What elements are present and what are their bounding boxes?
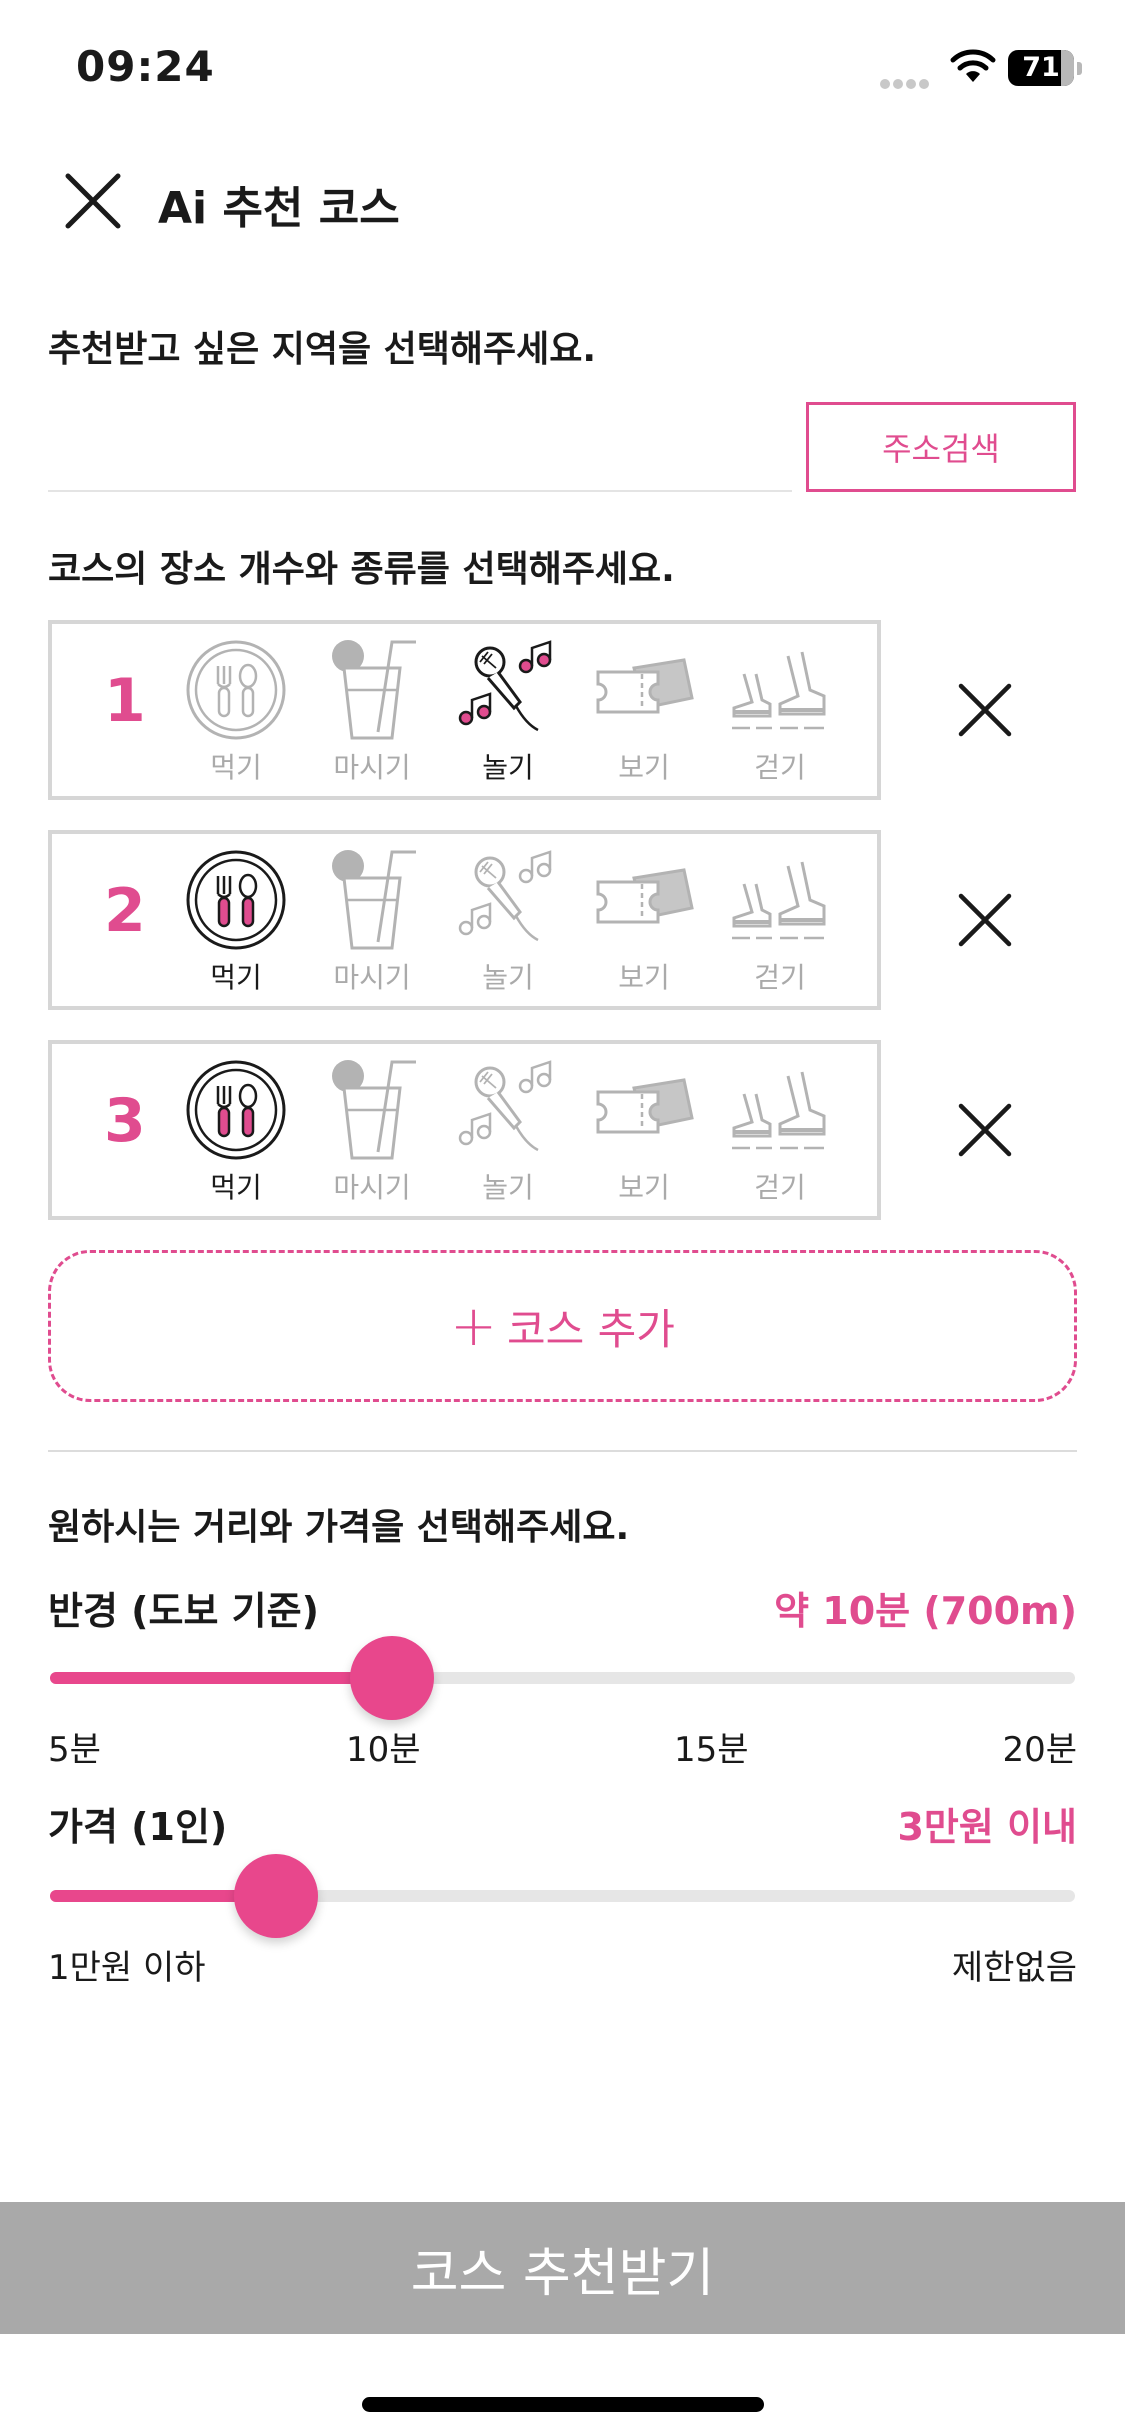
radius-slider-thumb[interactable] [349,1636,434,1720]
course-label: 코스의 장소 개수와 종류를 선택해주세요. [48,549,675,590]
category-label: 보기 [618,961,670,994]
battery-icon: 71 [1008,50,1074,86]
category-label: 걷기 [754,1171,806,1204]
remove-course-2-icon[interactable] [955,890,1015,950]
address-search-button[interactable]: 주소검색 [806,402,1076,492]
page-title: Ai 추천 코스 [158,183,400,234]
category-label: 먹기 [210,961,262,994]
microphone-music-icon [458,640,552,732]
remove-course-1-icon[interactable] [955,680,1015,740]
sneakers-icon [732,861,826,940]
category-walk[interactable]: 걷기 [714,638,846,788]
price-slider-track[interactable] [50,1890,1075,1902]
add-course-button[interactable]: + 코스 추가 [48,1250,1077,1402]
category-eat[interactable]: 먹기 [170,848,302,998]
category-label: 마시기 [333,1171,411,1204]
radius-tick: 10분 [346,1730,421,1770]
plus-icon: + [450,1293,497,1359]
home-indicator [362,2397,764,2412]
category-label: 마시기 [333,751,411,784]
remove-course-3-icon[interactable] [955,1100,1015,1160]
sneakers-icon [732,651,826,730]
ticket-icon [596,658,694,714]
category-drink[interactable]: 마시기 [306,1058,438,1208]
radius-tick: 20분 [1002,1730,1077,1770]
category-label: 먹기 [210,1171,262,1204]
drink-icon [332,1060,416,1160]
category-drink[interactable]: 마시기 [306,848,438,998]
ticket-icon [596,868,694,924]
course-row-2: 2 먹기 마시기 놀기 보기 걷기 [48,830,881,1010]
section-divider [48,1450,1077,1452]
address-input[interactable] [48,400,792,492]
category-label: 먹기 [210,751,262,784]
microphone-music-icon [458,1060,552,1152]
category-eat[interactable]: 먹기 [170,638,302,788]
category-label: 놀기 [482,751,534,784]
category-watch[interactable]: 보기 [578,1058,710,1208]
category-walk[interactable]: 걷기 [714,1058,846,1208]
category-play[interactable]: 놀기 [442,848,574,998]
radius-tick: 5분 [48,1730,101,1770]
radius-label: 반경 (도보 기준) [48,1589,319,1633]
status-time: 09:24 [76,42,215,91]
plate-utensils-icon [186,640,286,740]
category-play[interactable]: 놀기 [442,638,574,788]
category-watch[interactable]: 보기 [578,848,710,998]
category-label: 걷기 [754,751,806,784]
category-eat[interactable]: 먹기 [170,1058,302,1208]
course-row-3: 3 먹기 마시기 놀기 보기 걷기 [48,1040,881,1220]
radius-slider-track[interactable] [50,1672,1075,1684]
battery-nub [1077,62,1082,75]
price-slider-thumb[interactable] [233,1854,318,1938]
category-drink[interactable]: 마시기 [306,638,438,788]
radius-slider-fill [50,1672,392,1684]
ticket-icon [596,1078,694,1134]
category-label: 놀기 [482,961,534,994]
drink-icon [332,640,416,740]
radius-tick: 15분 [674,1730,749,1770]
add-course-label: 코스 추가 [507,1304,675,1354]
plate-utensils-icon [186,1060,286,1160]
drink-icon [332,850,416,950]
plate-utensils-icon [186,850,286,950]
radius-value: 약 10분 (700m) [774,1589,1077,1633]
close-icon[interactable] [62,170,124,232]
category-label: 걷기 [754,961,806,994]
price-min-label: 1만원 이하 [48,1948,206,1988]
microphone-music-icon [458,850,552,942]
get-recommendation-button[interactable]: 코스 추천받기 [0,2202,1125,2334]
cellular-signal-icon [880,74,932,89]
category-label: 보기 [618,1171,670,1204]
price-max-label: 제한없음 [951,1948,1077,1988]
course-row-1: 1 먹기 마시기 놀기 보기 걷기 [48,620,881,800]
region-label: 추천받고 싶은 지역을 선택해주세요. [48,329,597,370]
category-watch[interactable]: 보기 [578,638,710,788]
status-bar: 09:24 71 [0,0,1125,140]
category-label: 마시기 [333,961,411,994]
category-walk[interactable]: 걷기 [714,848,846,998]
category-play[interactable]: 놀기 [442,1058,574,1208]
sneakers-icon [732,1071,826,1150]
price-label: 가격 (1인) [48,1805,228,1849]
category-label: 놀기 [482,1171,534,1204]
wifi-icon [950,49,996,82]
price-value: 3만원 이내 [897,1805,1077,1849]
category-label: 보기 [618,751,670,784]
preferences-label: 원하시는 거리와 가격을 선택해주세요. [48,1507,630,1548]
battery-level: 71 [1022,52,1060,83]
